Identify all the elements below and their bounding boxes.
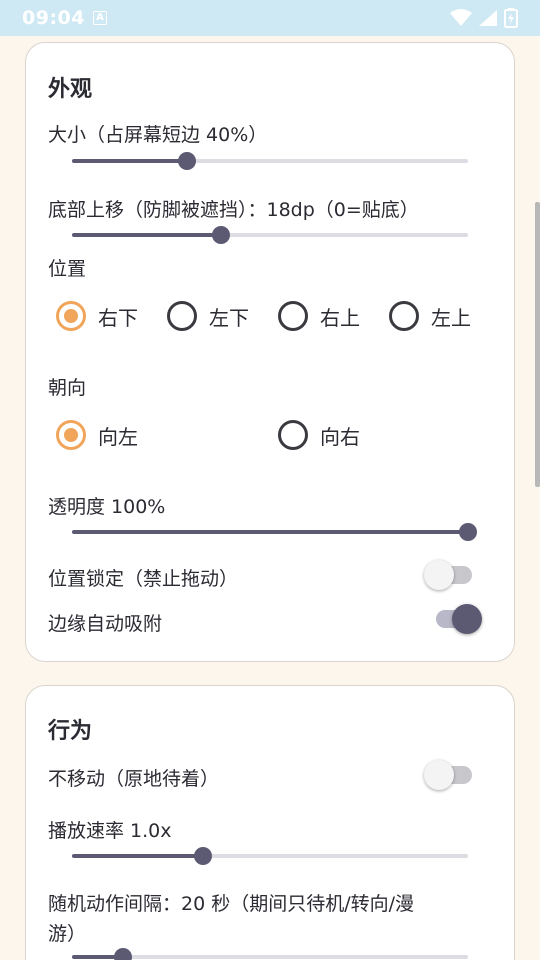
radio-unselected-icon (278, 301, 308, 331)
facing-radio-left[interactable]: 向左 (56, 420, 138, 450)
random-interval-slider[interactable] (72, 945, 468, 960)
radio-label: 向左 (98, 424, 138, 449)
radio-label: 向右 (320, 424, 360, 449)
lock-position-label: 位置锁定（禁止拖动） (48, 568, 239, 590)
size-label: 大小（占屏幕短边 40%） (48, 124, 268, 146)
position-radio-bottom-left[interactable]: 左下 (167, 301, 249, 331)
position-radio-bottom-right[interactable]: 右下 (56, 301, 138, 331)
signal-icon (479, 10, 497, 26)
slider-thumb[interactable] (211, 226, 230, 244)
slider-thumb[interactable] (114, 948, 133, 960)
slider-fill (72, 233, 221, 237)
position-radio-top-left[interactable]: 左上 (389, 301, 471, 331)
random-interval-label-line2: 游） (48, 923, 87, 945)
no-move-switch[interactable] (424, 759, 478, 791)
playback-rate-slider[interactable] (72, 844, 468, 868)
wifi-icon (450, 9, 472, 26)
slider-thumb[interactable] (193, 847, 212, 865)
radio-label: 左下 (209, 305, 249, 330)
battery-charging-icon (504, 8, 518, 28)
bottom-offset-slider[interactable] (72, 223, 468, 247)
playback-rate-label: 播放速率 1.0x (48, 820, 172, 842)
section-title-behavior: 行为 (48, 719, 93, 744)
radio-unselected-icon (167, 301, 197, 331)
switch-thumb (424, 760, 454, 790)
opacity-label: 透明度 100% (48, 496, 166, 518)
radio-unselected-icon (278, 420, 308, 450)
position-radio-top-right[interactable]: 右上 (278, 301, 360, 331)
radio-label: 右下 (98, 305, 138, 330)
slider-thumb[interactable] (459, 523, 477, 541)
size-slider[interactable] (72, 149, 468, 173)
opacity-slider[interactable] (72, 520, 477, 544)
section-title-appearance: 外观 (48, 77, 93, 102)
edge-snap-switch[interactable] (430, 603, 484, 635)
position-label: 位置 (48, 258, 87, 280)
switch-thumb (424, 560, 454, 590)
status-time: 09:04 (22, 7, 85, 29)
facing-label: 朝向 (48, 377, 87, 399)
slider-fill (72, 530, 468, 534)
slider-fill (72, 159, 187, 163)
no-move-label: 不移动（原地待着） (48, 768, 220, 790)
appearance-card: 外观 大小（占屏幕短边 40%） 底部上移（防脚被遮挡）：18dp（0=贴底） … (25, 42, 515, 662)
accessibility-badge-icon: A (92, 11, 107, 25)
bottom-offset-label: 底部上移（防脚被遮挡）：18dp（0=贴底） (48, 199, 419, 221)
slider-thumb[interactable] (177, 152, 196, 170)
scrollbar[interactable] (535, 202, 540, 487)
lock-position-switch[interactable] (424, 559, 478, 591)
radio-unselected-icon (389, 301, 419, 331)
radio-selected-icon (56, 301, 86, 331)
switch-thumb (452, 604, 482, 634)
behavior-card: 行为 不移动（原地待着） 播放速率 1.0x 随机动作间隔：20 秒（期间只待机… (25, 685, 515, 960)
slider-fill (72, 854, 203, 858)
radio-label: 左上 (431, 305, 471, 330)
status-bar: 09:04 A (0, 0, 540, 36)
random-interval-label-line1: 随机动作间隔：20 秒（期间只待机/转向/漫 (48, 893, 415, 915)
facing-radio-right[interactable]: 向右 (278, 420, 360, 450)
radio-selected-icon (56, 420, 86, 450)
radio-label: 右上 (320, 305, 360, 330)
edge-snap-label: 边缘自动吸附 (48, 613, 163, 635)
